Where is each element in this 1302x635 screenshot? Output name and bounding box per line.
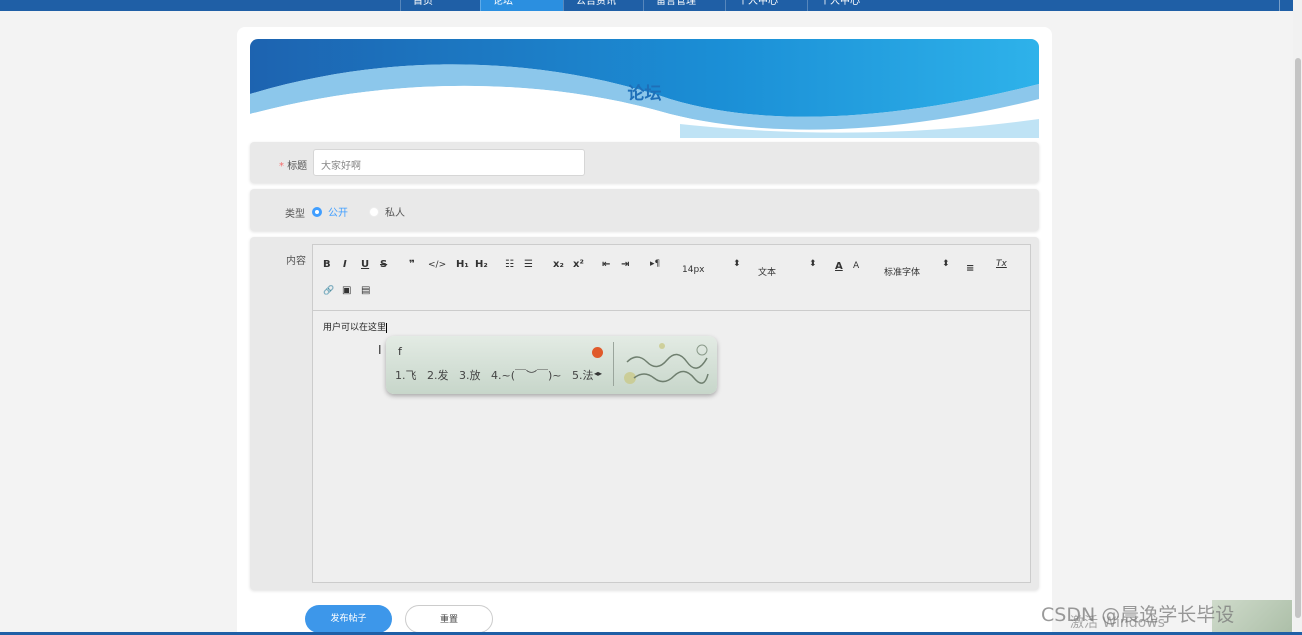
- required-mark: *: [279, 161, 284, 172]
- ime-candidate[interactable]: 1.飞: [395, 369, 417, 382]
- radio-private-label: 私人: [385, 208, 405, 219]
- type-label: 类型: [285, 209, 305, 220]
- radio-private-dot: [369, 206, 379, 217]
- font-size-select[interactable]: 14px: [682, 265, 705, 275]
- direction-icon[interactable]: ▸¶: [650, 259, 660, 269]
- background-color-icon[interactable]: A: [853, 261, 859, 271]
- title-label-text: 标题: [287, 161, 308, 172]
- bullet-list-icon[interactable]: ☰: [524, 259, 533, 270]
- radio-public[interactable]: 公开: [312, 204, 348, 219]
- nav-tab-messages[interactable]: 留言管理: [643, 0, 725, 11]
- outdent-icon[interactable]: ⇤: [602, 259, 610, 270]
- header-select[interactable]: 文本: [758, 265, 776, 278]
- rich-text-editor[interactable]: B I U S ❞ </> H₁ H₂ ☷ ☰ x₂ x² ⇤ ⇥ ▸¶ 14p…: [312, 244, 1031, 583]
- ime-candidate-list: 1.飞 2.发 3.放 4.~(￣︶￣)~ 5.法: [395, 367, 601, 383]
- strike-button[interactable]: S: [380, 259, 387, 270]
- radio-public-dot: [312, 206, 322, 217]
- ime-candidate-popup: f 1.飞 2.发 3.放 4.~(￣︶￣)~ 5.法 ◂▸: [386, 336, 717, 394]
- scroll-thumb[interactable]: [1295, 58, 1301, 618]
- submit-post-button[interactable]: 发布帖子: [305, 605, 392, 633]
- text-color-icon[interactable]: A: [835, 261, 843, 272]
- csdn-watermark: CSDN @晨逸学长毕设: [1041, 604, 1235, 626]
- clean-format-icon[interactable]: Tx: [996, 259, 1007, 269]
- align-icon[interactable]: ≡: [966, 263, 974, 274]
- ime-candidate[interactable]: 3.放: [459, 369, 481, 382]
- ime-candidate[interactable]: 4.~(￣︶￣)~: [491, 369, 562, 382]
- ime-page-arrows-icon[interactable]: ◂▸: [594, 369, 602, 378]
- indent-icon[interactable]: ⇥: [621, 259, 629, 270]
- nav-tab-news[interactable]: 公告资讯: [563, 0, 643, 11]
- nav-tab-center[interactable]: 个人中心: [807, 0, 887, 11]
- italic-button[interactable]: I: [343, 259, 347, 270]
- video-icon[interactable]: ▤: [361, 285, 370, 296]
- font-family-arrows-icon[interactable]: ⬍: [942, 259, 950, 269]
- top-nav: 首页 论坛 公告资讯 留言管理 个人中心 个人中心: [0, 0, 1302, 11]
- title-input[interactable]: 大家好啊: [313, 149, 585, 176]
- text-caret: [386, 322, 388, 333]
- reset-button[interactable]: 重置: [405, 605, 493, 633]
- nav-tab-forum[interactable]: 论坛: [480, 0, 563, 11]
- superscript-button[interactable]: x²: [573, 259, 584, 270]
- link-icon[interactable]: 🔗: [323, 286, 334, 296]
- font-family-select[interactable]: 标准字体: [884, 265, 920, 278]
- radio-private[interactable]: 私人: [369, 204, 405, 219]
- bold-button[interactable]: B: [323, 259, 331, 270]
- page-scrollbar[interactable]: [1293, 0, 1302, 635]
- code-icon[interactable]: </>: [428, 260, 446, 270]
- h2-button[interactable]: H₂: [475, 259, 488, 270]
- subscript-button[interactable]: x₂: [553, 259, 564, 270]
- radio-public-label: 公开: [328, 208, 348, 219]
- ime-typed-text: f: [398, 345, 402, 358]
- editor-toolbar: B I U S ❞ </> H₁ H₂ ☷ ☰ x₂ x² ⇤ ⇥ ▸¶ 14p…: [313, 245, 1030, 311]
- nav-divider: [1279, 0, 1280, 11]
- header-arrows-icon[interactable]: ⬍: [809, 259, 817, 269]
- ordered-list-icon[interactable]: ☷: [505, 259, 514, 270]
- ime-logo-icon[interactable]: [592, 347, 603, 358]
- mouse-ibeam-cursor: I: [378, 343, 382, 357]
- nav-tab-profile[interactable]: 个人中心: [725, 0, 807, 11]
- h1-button[interactable]: H₁: [456, 259, 469, 270]
- page-title: 论坛: [627, 84, 662, 104]
- ime-candidate[interactable]: 2.发: [427, 369, 449, 382]
- underline-button[interactable]: U: [361, 259, 369, 270]
- quote-icon[interactable]: ❞: [409, 259, 415, 270]
- content-label: 内容: [286, 256, 306, 267]
- editor-content[interactable]: 用户可以在这里: [323, 320, 388, 333]
- forum-banner: 论坛: [250, 39, 1039, 138]
- image-icon[interactable]: ▣: [342, 285, 351, 296]
- title-label: * 标题: [279, 157, 307, 172]
- nav-tab-home[interactable]: 首页: [400, 0, 480, 11]
- font-size-arrows-icon[interactable]: ⬍: [733, 259, 741, 269]
- ime-skin-decoration-icon: [624, 343, 709, 384]
- ime-candidate[interactable]: 5.法: [572, 369, 594, 382]
- ime-separator: [613, 342, 614, 386]
- editor-text: 用户可以在这里: [323, 323, 387, 333]
